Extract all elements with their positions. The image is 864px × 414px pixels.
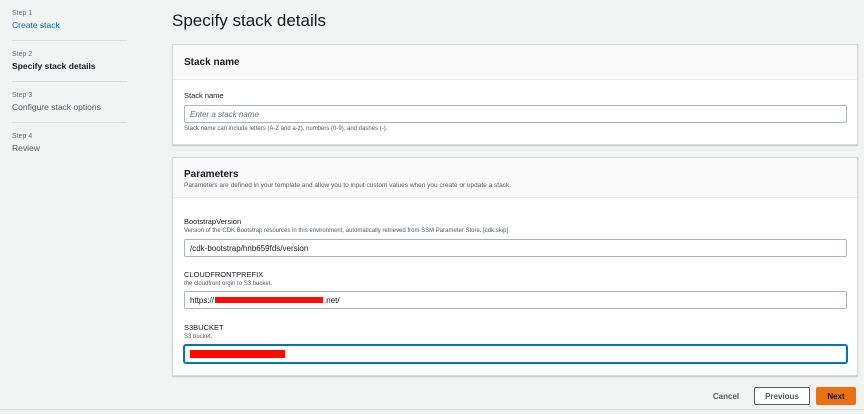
cancel-button[interactable]: Cancel (706, 387, 746, 405)
cloudfront-prefix-description: the cloudfront orgin to S3 bucket. (184, 281, 273, 287)
panel-description: Parameters are defined in your template … (184, 182, 511, 189)
panel-header: Parameters Parameters are defined in you… (173, 158, 857, 198)
panel-title: Parameters (184, 169, 239, 180)
stack-name-label: Stack name (184, 91, 224, 100)
cloudfront-prefix-label: CLOUDFRONTPREFIX (184, 270, 264, 279)
redacted-text (215, 297, 324, 303)
panel-header: Stack name (173, 45, 857, 80)
next-button[interactable]: Next (816, 387, 856, 405)
step-title-current: Specify stack details (12, 61, 96, 71)
wizard-step-4: Step 4 Review (12, 133, 127, 163)
cloudfront-prefix-value-end: .net/ (324, 295, 340, 305)
wizard-steps-nav: Step 1 Create stack Step 2 Specify stack… (12, 10, 127, 173)
s3-bucket-input[interactable] (184, 345, 847, 363)
s3-bucket-label: S3BUCKET (184, 323, 224, 332)
page-title: Specify stack details (172, 11, 327, 30)
step-link-create-stack[interactable]: Create stack (12, 20, 127, 30)
cloudfront-prefix-value-start: https:// (190, 295, 215, 305)
cloudfront-prefix-input[interactable]: https:// .net/ (184, 291, 847, 309)
step-number: Step 3 (12, 92, 33, 99)
stack-name-constraint: Stack name can include letters (A-Z and … (184, 126, 388, 132)
parameters-panel: Parameters Parameters are defined in you… (172, 157, 858, 376)
wizard-step-1: Step 1 Create stack (12, 10, 127, 41)
step-title: Review (12, 143, 40, 153)
wizard-step-2: Step 2 Specify stack details (12, 51, 127, 82)
step-number: Step 2 (12, 51, 33, 58)
redacted-text (190, 350, 285, 358)
wizard-step-3: Step 3 Configure stack options (12, 92, 127, 123)
panel-title: Stack name (184, 56, 240, 68)
step-title: Configure stack options (12, 102, 101, 112)
divider (0, 409, 864, 410)
bootstrap-version-input[interactable] (184, 239, 847, 257)
bootstrap-version-label: BootstrapVersion (184, 217, 242, 226)
step-number: Step 1 (12, 10, 33, 17)
s3-bucket-description: S3 bucket. (184, 334, 213, 340)
step-number: Step 4 (12, 133, 33, 140)
stack-name-input[interactable] (184, 105, 847, 123)
bootstrap-version-description: Version of the CDK Bootstrap resources i… (184, 228, 509, 234)
previous-button[interactable]: Previous (754, 387, 810, 405)
stack-name-panel: Stack name Stack name Stack name can inc… (172, 44, 858, 145)
